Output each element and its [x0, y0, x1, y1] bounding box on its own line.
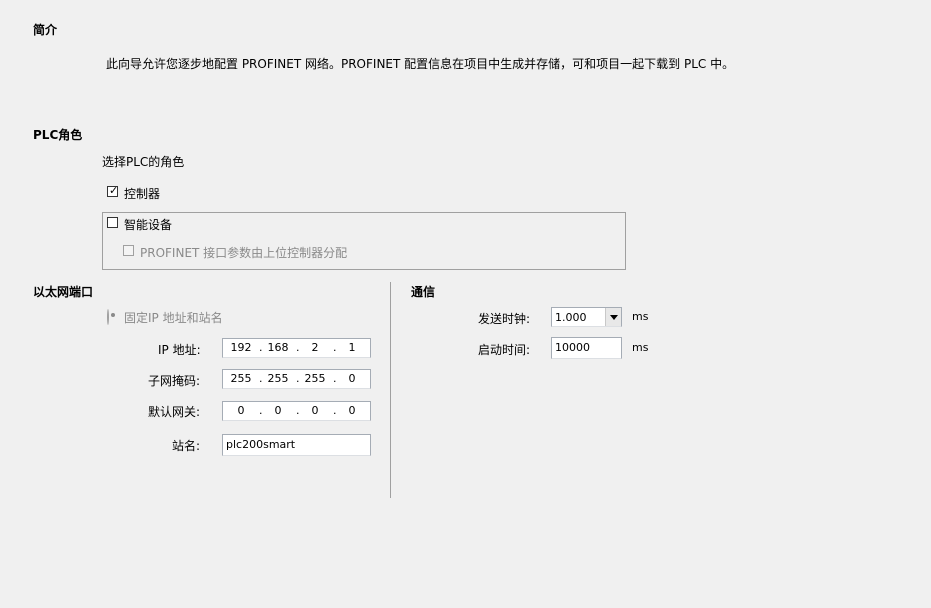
- startup-time-field[interactable]: 10000: [551, 337, 622, 359]
- gateway-octet-2: 0: [274, 404, 282, 417]
- intro-heading: 简介: [33, 23, 58, 37]
- ip-octet-1: 192: [230, 341, 252, 354]
- smart-device-label: 智能设备: [124, 218, 173, 232]
- subnet-octet-2: 255: [267, 372, 289, 385]
- ip-dot: .: [259, 404, 263, 417]
- chevron-down-icon[interactable]: [605, 308, 621, 326]
- gateway-field[interactable]: 0 . 0 . 0 . 0: [222, 401, 371, 421]
- ip-address-field[interactable]: 192 . 168 . 2 . 1: [222, 338, 371, 358]
- smart-device-checkbox[interactable]: [107, 217, 118, 228]
- send-clock-label: 发送时钟:: [478, 312, 531, 326]
- param-assign-checkbox[interactable]: [123, 245, 134, 256]
- startup-time-unit: ms: [632, 341, 649, 354]
- ip-dot: .: [296, 372, 300, 385]
- station-name-field[interactable]: plc200smart: [222, 434, 371, 456]
- gateway-octet-4: 0: [348, 404, 356, 417]
- ip-octet-3: 2: [311, 341, 319, 354]
- fixed-ip-radio-row[interactable]: 固定IP 地址和站名: [107, 309, 247, 325]
- subnet-octet-4: 0: [348, 372, 356, 385]
- ethernet-port-heading: 以太网端口: [33, 285, 94, 299]
- controller-label: 控制器: [124, 187, 161, 201]
- plc-role-heading: PLC角色: [33, 128, 83, 142]
- radio-dot-icon: [111, 313, 115, 317]
- param-assign-checkbox-row[interactable]: PROFINET 接口参数由上位控制器分配: [123, 244, 383, 260]
- send-clock-select[interactable]: 1.000: [551, 307, 622, 327]
- controller-checkbox[interactable]: ✓: [107, 184, 119, 197]
- ip-dot: .: [333, 404, 337, 417]
- plc-role-prompt: 选择PLC的角色: [102, 155, 185, 169]
- ip-octet-4: 1: [348, 341, 356, 354]
- send-clock-unit: ms: [632, 310, 649, 323]
- param-assign-label: PROFINET 接口参数由上位控制器分配: [140, 246, 348, 260]
- fixed-ip-label: 固定IP 地址和站名: [124, 311, 223, 325]
- communication-heading: 通信: [411, 285, 436, 299]
- startup-time-label: 启动时间:: [478, 343, 531, 357]
- ip-dot: .: [259, 372, 263, 385]
- smart-device-checkbox-row[interactable]: 智能设备: [107, 216, 227, 232]
- startup-time-value: 10000: [555, 341, 590, 354]
- station-name-value: plc200smart: [226, 438, 296, 451]
- subnet-octet-3: 255: [304, 372, 326, 385]
- checkmark-icon: ✓: [109, 184, 119, 197]
- intro-description: 此向导允许您逐步地配置 PROFINET 网络。PROFINET 配置信息在项目…: [106, 57, 735, 71]
- gateway-octet-3: 0: [311, 404, 319, 417]
- subnet-octet-1: 255: [230, 372, 252, 385]
- ip-address-label: IP 地址:: [158, 343, 201, 357]
- station-name-label: 站名:: [172, 439, 201, 453]
- gateway-octet-1: 0: [237, 404, 245, 417]
- ip-dot: .: [296, 404, 300, 417]
- subnet-mask-field[interactable]: 255 . 255 . 255 . 0: [222, 369, 371, 389]
- ip-dot: .: [259, 341, 263, 354]
- subnet-mask-label: 子网掩码:: [148, 374, 201, 388]
- fixed-ip-radio[interactable]: [107, 309, 115, 325]
- send-clock-value: 1.000: [555, 311, 587, 324]
- ip-octet-2: 168: [267, 341, 289, 354]
- ip-dot: .: [296, 341, 300, 354]
- section-divider: [390, 282, 391, 498]
- ip-dot: .: [333, 372, 337, 385]
- gateway-label: 默认网关:: [148, 405, 201, 419]
- ip-dot: .: [333, 341, 337, 354]
- controller-checkbox-row[interactable]: ✓ 控制器: [107, 184, 227, 201]
